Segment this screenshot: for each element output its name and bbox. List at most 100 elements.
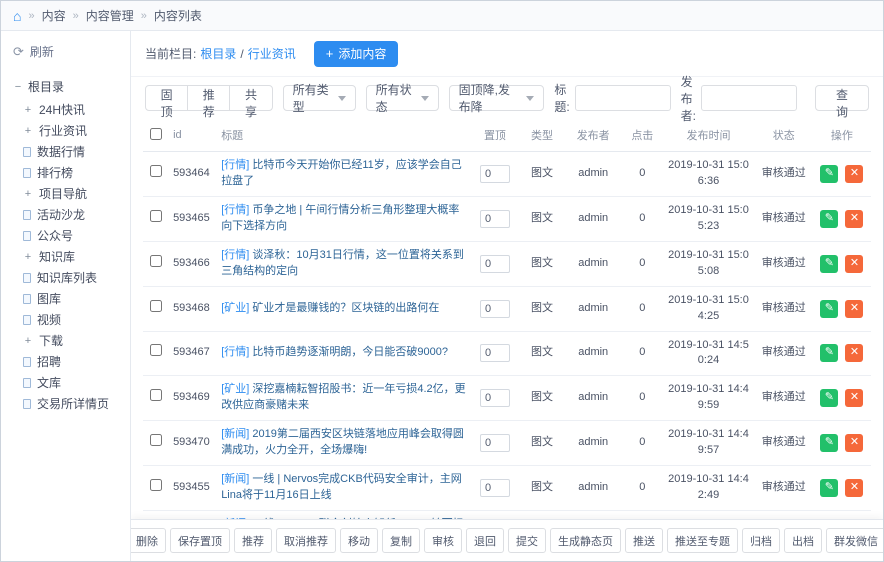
edit-button[interactable]: ✎	[820, 434, 838, 452]
top-order-input[interactable]	[480, 479, 510, 497]
type-select[interactable]: 所有类型	[283, 85, 356, 111]
delete-button[interactable]: ✕	[845, 479, 863, 497]
home-icon[interactable]: ⌂	[13, 9, 21, 23]
edit-button[interactable]: ✎	[820, 255, 838, 273]
sidebar-tree-item[interactable]: 交易所详情页	[23, 393, 124, 414]
category-path-current-link[interactable]: 行业资讯	[248, 45, 296, 62]
sidebar-tree-item[interactable]: 文库	[23, 372, 124, 393]
edit-button[interactable]: ✎	[820, 479, 838, 497]
row-title-link[interactable]: [新闻] 一线 | Nervos完成CKB代码安全审计，主网Lina将于11月1…	[221, 472, 466, 504]
row-checkbox[interactable]	[150, 255, 162, 267]
category-path-root-link[interactable]: 根目录	[200, 45, 236, 62]
tree-node-icon	[23, 252, 33, 262]
row-status: 审核通过	[755, 421, 813, 466]
delete-button[interactable]: ✕	[845, 210, 863, 228]
toolbar-button[interactable]: 出档	[784, 528, 822, 553]
delete-button[interactable]: ✕	[845, 434, 863, 452]
top-order-input[interactable]	[480, 255, 510, 273]
delete-button[interactable]: ✕	[845, 344, 863, 362]
filter-toggle-button[interactable]: 固顶	[145, 85, 188, 111]
row-checkbox[interactable]	[150, 300, 162, 312]
top-order-input[interactable]	[480, 389, 510, 407]
status-select[interactable]: 所有状态	[366, 85, 439, 111]
sidebar-tree-item[interactable]: 下载	[23, 330, 124, 351]
tree-node-label: 活动沙龙	[37, 206, 85, 223]
refresh-button[interactable]: ⟳ 刷新	[13, 43, 124, 60]
toolbar-button[interactable]: 推荐	[234, 528, 272, 553]
publisher-filter-label: 发布者:	[681, 73, 696, 124]
sidebar-tree-item[interactable]: 24H快讯	[23, 99, 124, 120]
row-title-link[interactable]: [行情] 谈泽秋：10月31日行情，这一位置将关系到三角结构的定向	[221, 248, 466, 280]
tree-root-node[interactable]: 根目录	[13, 76, 124, 97]
row-checkbox[interactable]	[150, 210, 162, 222]
toolbar-button[interactable]: 提交	[508, 528, 546, 553]
toolbar-button[interactable]: 群发微信	[826, 528, 883, 553]
sidebar-tree-item[interactable]: 图库	[23, 288, 124, 309]
add-content-button[interactable]: + 添加内容	[314, 41, 399, 67]
edit-button[interactable]: ✎	[820, 344, 838, 362]
sidebar-tree-item[interactable]: 排行榜	[23, 162, 124, 183]
row-checkbox[interactable]	[150, 479, 162, 491]
toolbar-button[interactable]: 保存置顶	[170, 528, 230, 553]
tree-node-icon	[23, 315, 31, 325]
edit-button[interactable]: ✎	[820, 210, 838, 228]
breadcrumb-item-content[interactable]: 内容	[42, 7, 66, 24]
select-all-checkbox[interactable]	[150, 128, 162, 140]
row-title-link[interactable]: [矿业] 矿业才是最赚钱的？区块链的出路何在	[221, 301, 466, 317]
top-order-input[interactable]	[480, 344, 510, 362]
toolbar-button[interactable]: 生成静态页	[550, 528, 621, 553]
row-title-link[interactable]: [行情] 比特币今天开始你已经11岁，应该学会自己拉盘了	[221, 158, 466, 190]
toolbar-button[interactable]: 推送至专题	[667, 528, 738, 553]
row-category: [行情]	[221, 159, 249, 171]
row-type: 图文	[520, 152, 564, 197]
publisher-filter-input[interactable]	[701, 85, 797, 111]
sidebar-tree-item[interactable]: 知识库	[23, 246, 124, 267]
edit-button[interactable]: ✎	[820, 389, 838, 407]
row-checkbox[interactable]	[150, 389, 162, 401]
toolbar-button[interactable]: 推送	[625, 528, 663, 553]
filter-toggle-button[interactable]: 共享	[229, 85, 272, 111]
breadcrumb-item-content-manage[interactable]: 内容管理	[86, 7, 134, 24]
sidebar-tree-item[interactable]: 视频	[23, 309, 124, 330]
row-checkbox[interactable]	[150, 434, 162, 446]
top-order-input[interactable]	[480, 300, 510, 318]
row-title-link[interactable]: [行情] 比特币趋势逐渐明朗，今日能否破9000?	[221, 345, 466, 361]
sidebar-tree-item[interactable]: 公众号	[23, 225, 124, 246]
toolbar-button[interactable]: 取消推荐	[276, 528, 336, 553]
top-order-input[interactable]	[480, 434, 510, 452]
filter-toggle-button[interactable]: 推荐	[187, 85, 230, 111]
top-order-input[interactable]	[480, 210, 510, 228]
search-button[interactable]: 查询	[815, 85, 869, 111]
delete-button[interactable]: ✕	[845, 255, 863, 273]
delete-button[interactable]: ✕	[845, 300, 863, 318]
title-filter-input[interactable]	[575, 85, 671, 111]
top-order-input[interactable]	[480, 165, 510, 183]
chevron-down-icon	[526, 96, 534, 105]
tree-collapse-icon[interactable]	[13, 82, 23, 92]
table-row: 593465 [行情] 币争之地 | 午间行情分析三角形整理大概率向下选择方向 …	[143, 196, 871, 241]
row-title-link[interactable]: [行情] 币争之地 | 午间行情分析三角形整理大概率向下选择方向	[221, 203, 466, 235]
toolbar-button[interactable]: 复制	[382, 528, 420, 553]
edit-button[interactable]: ✎	[820, 300, 838, 318]
delete-button[interactable]: ✕	[845, 165, 863, 183]
sidebar-tree-item[interactable]: 知识库列表	[23, 267, 124, 288]
edit-button[interactable]: ✎	[820, 165, 838, 183]
table-row: 593455 [新闻] 一线 | Nervos完成CKB代码安全审计，主网Lin…	[143, 466, 871, 511]
row-title-link[interactable]: [新闻] 2019第二届西安区块链落地应用峰会取得圆满成功，火力全开，全场爆嗨!	[221, 427, 466, 459]
sidebar-tree-item[interactable]: 项目导航	[23, 183, 124, 204]
sidebar-tree-item[interactable]: 行业资讯	[23, 120, 124, 141]
toolbar-button[interactable]: 归档	[742, 528, 780, 553]
row-checkbox[interactable]	[150, 165, 162, 177]
sort-select[interactable]: 固顶降,发布降	[449, 85, 545, 111]
sidebar-tree-item[interactable]: 招聘	[23, 351, 124, 372]
toolbar-button[interactable]: 审核	[424, 528, 462, 553]
tree-root-label: 根目录	[28, 78, 64, 95]
sidebar-tree-item[interactable]: 活动沙龙	[23, 204, 124, 225]
sidebar-tree-item[interactable]: 数据行情	[23, 141, 124, 162]
toolbar-button[interactable]: 移动	[340, 528, 378, 553]
toolbar-button[interactable]: 退回	[466, 528, 504, 553]
row-checkbox[interactable]	[150, 344, 162, 356]
row-title-link[interactable]: [矿业] 深挖嘉楠耘智招股书：近一年亏损4.2亿，更改供应商豪赌未来	[221, 382, 466, 414]
delete-button[interactable]: ✕	[845, 389, 863, 407]
toolbar-button[interactable]: 删除	[131, 528, 166, 553]
